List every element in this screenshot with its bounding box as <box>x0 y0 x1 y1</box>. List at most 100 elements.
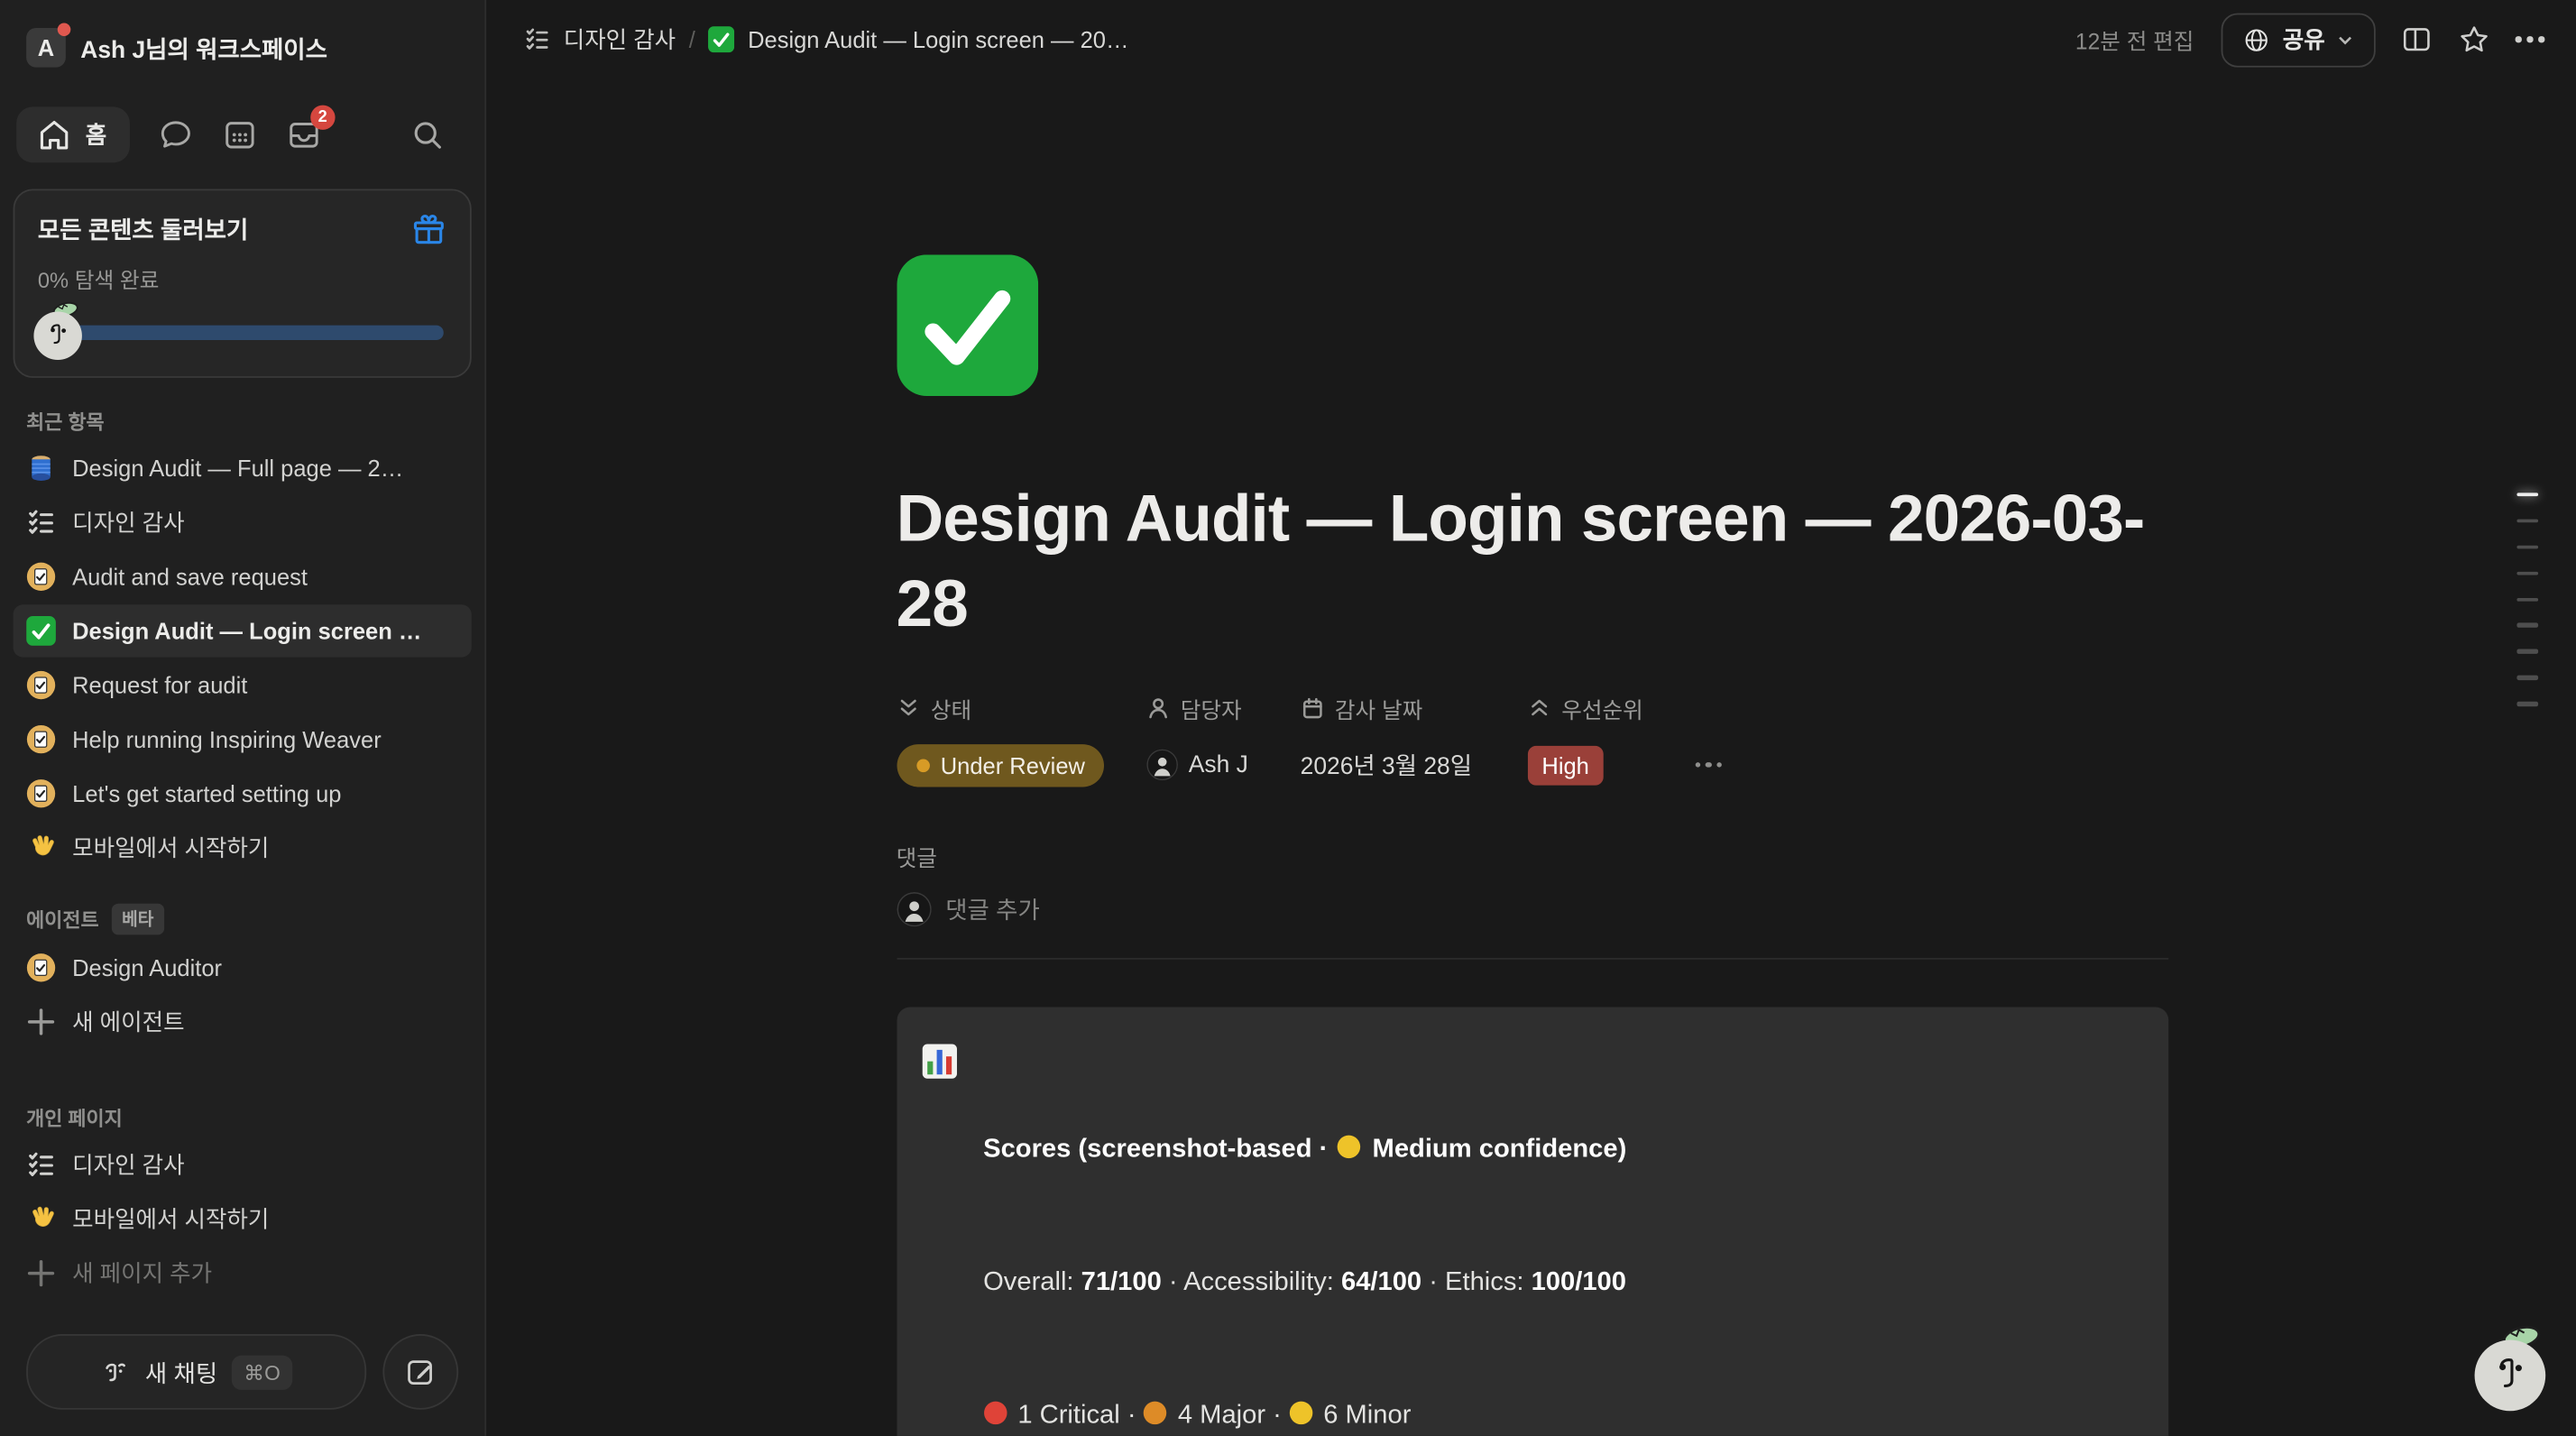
notification-dot <box>58 23 71 37</box>
property-priority-value[interactable]: High <box>1527 744 2167 787</box>
scores-values-line: Overall: 71/100 · Accessibility: 64/100 … <box>983 1260 1626 1304</box>
breadcrumb-current[interactable]: Design Audit — Login screen — 20… <box>748 26 1128 52</box>
agent-check-icon <box>26 778 56 808</box>
explore-progress-text: 0% 탐색 완료 <box>38 262 447 294</box>
new-agent-button[interactable]: 새 에이전트 <box>14 996 472 1048</box>
calendar-icon[interactable] <box>222 116 258 152</box>
divider <box>897 958 2168 960</box>
share-button[interactable]: 공유 <box>2222 13 2376 67</box>
property-assignee-value[interactable]: Ash J <box>1145 744 1300 787</box>
property-more-icon[interactable] <box>1696 763 1721 769</box>
property-priority-label[interactable]: 우선순위 <box>1527 691 2167 723</box>
more-options-icon[interactable] <box>2516 36 2544 42</box>
compose-button[interactable] <box>382 1334 458 1410</box>
yellow-dot-icon <box>1338 1136 1361 1159</box>
calendar-icon <box>1301 696 1324 720</box>
property-date-label[interactable]: 감사 날짜 <box>1301 691 1527 723</box>
green-check-icon <box>708 26 734 52</box>
side-panel-icon[interactable] <box>2401 23 2433 56</box>
explore-content-card[interactable]: 모든 콘텐츠 둘러보기 0% 탐색 완료 <box>14 189 472 377</box>
add-comment-row[interactable]: 댓글 추가 <box>897 892 2168 926</box>
property-status-value[interactable]: Under Review <box>897 744 1146 787</box>
checklist-icon <box>26 508 56 538</box>
property-date-value[interactable]: 2026년 3월 28일 <box>1301 744 1527 787</box>
new-chat-button[interactable]: 새 채팅 ⌘O <box>26 1334 366 1410</box>
breadcrumb-parent[interactable]: 디자인 감사 <box>564 23 676 56</box>
page-icon-green-check[interactable] <box>897 254 1038 396</box>
sidebar-item-start-on-mobile[interactable]: 모바일에서 시작하기 <box>14 822 472 874</box>
sidebar-item-label: Request for audit <box>72 672 247 698</box>
nav-home[interactable]: 홈 <box>16 106 129 162</box>
sidebar-item-request-for-audit[interactable]: Request for audit <box>14 658 472 711</box>
outline-mark[interactable] <box>2516 597 2538 601</box>
green-check-icon <box>26 616 56 646</box>
search-icon[interactable] <box>409 116 446 152</box>
app-window: A Ash J님의 워크스페이스 홈 2 모든 콘텐츠 둘러보기 0% <box>0 0 2576 1436</box>
new-chat-label: 새 채팅 <box>145 1355 217 1389</box>
globe-icon <box>2243 25 2271 53</box>
outline-mark[interactable] <box>2516 545 2538 548</box>
sidebar-item-personal-mobile[interactable]: 모바일에서 시작하기 <box>14 1192 472 1245</box>
sidebar-item-label: Audit and save request <box>72 564 308 590</box>
workspace-switcher[interactable]: A Ash J님의 워크스페이스 <box>0 0 484 78</box>
progress-track <box>60 326 444 340</box>
house-icon <box>36 116 72 152</box>
add-page-label: 새 페이지 추가 <box>72 1256 212 1289</box>
plus-icon <box>26 1258 56 1288</box>
sidebar-item-personal-design-audit[interactable]: 디자인 감사 <box>14 1138 472 1191</box>
notion-face-mascot <box>32 298 87 362</box>
favorite-star-icon[interactable] <box>2458 23 2490 56</box>
nav-home-label: 홈 <box>86 118 106 151</box>
new-chat-shortcut: ⌘O <box>233 1355 292 1389</box>
outline-mark[interactable] <box>2516 623 2538 627</box>
topbar: 디자인 감사 / Design Audit — Login screen — 2… <box>488 0 2576 78</box>
status-dot <box>915 759 929 772</box>
sidebar-item-design-audit-db[interactable]: 디자인 감사 <box>14 496 472 548</box>
outline-mark[interactable] <box>2516 676 2538 679</box>
chevron-down-icon <box>2336 31 2354 49</box>
scores-callout[interactable]: Scores (screenshot-based ·Medium confide… <box>897 1007 2168 1436</box>
sidebar-item-help-inspiring-weaver[interactable]: Help running Inspiring Weaver <box>14 713 472 766</box>
sidebar-item-label: 디자인 감사 <box>72 506 184 538</box>
properties-panel: 상태 담당자 감사 날짜 우선순위 Under Revi <box>897 691 2168 787</box>
explore-card-title: 모든 콘텐츠 둘러보기 <box>38 212 248 246</box>
person-icon <box>1145 696 1169 720</box>
section-personal: 개인 페이지 <box>26 1104 484 1132</box>
section-agents-label: 에이전트 <box>26 906 98 934</box>
sidebar-item-login-screen-audit[interactable]: Design Audit — Login screen … <box>14 604 472 657</box>
property-assignee-label[interactable]: 담당자 <box>1145 691 1300 723</box>
sidebar-item-get-started[interactable]: Let's get started setting up <box>14 768 472 820</box>
agent-check-icon <box>26 562 56 592</box>
outline-mark[interactable] <box>2516 571 2538 575</box>
sidebar-item-label: 디자인 감사 <box>72 1148 184 1181</box>
sidebar: A Ash J님의 워크스페이스 홈 2 모든 콘텐츠 둘러보기 0% <box>0 0 486 1436</box>
compose-icon <box>404 1356 437 1388</box>
outline-mark[interactable] <box>2516 702 2538 705</box>
workspace-avatar: A <box>26 28 66 68</box>
page-title[interactable]: Design Audit — Login screen — 2026-03-28 <box>897 476 2168 647</box>
sidebar-item-full-page-audit[interactable]: Design Audit — Full page — 2… <box>14 442 472 494</box>
sidebar-item-label: Design Audit — Full page — 2… <box>72 456 403 482</box>
sidebar-item-label: 모바일에서 시작하기 <box>72 1202 269 1235</box>
section-agents: 에이전트 베타 <box>26 904 484 935</box>
outline-mark[interactable] <box>2516 519 2538 522</box>
property-status-label[interactable]: 상태 <box>897 691 1146 723</box>
nav-inbox[interactable]: 2 <box>286 116 322 152</box>
sidebar-item-design-auditor[interactable]: Design Auditor <box>14 942 472 994</box>
chat-bubble-icon[interactable] <box>158 116 194 152</box>
workspace-initial: A <box>38 34 54 60</box>
add-page-button[interactable]: 새 페이지 추가 <box>14 1247 472 1299</box>
sidebar-item-label: Help running Inspiring Weaver <box>72 726 382 752</box>
sidebar-item-audit-save-request[interactable]: Audit and save request <box>14 550 472 603</box>
waving-hand-icon <box>26 833 56 862</box>
outline-mark[interactable] <box>2516 649 2538 653</box>
gift-icon <box>410 212 446 248</box>
chevrons-up-icon <box>1527 696 1550 720</box>
workspace-name: Ash J님의 워크스페이스 <box>80 31 327 65</box>
ai-mascot-button[interactable] <box>2470 1320 2553 1413</box>
outline-indicator[interactable] <box>2516 492 2538 705</box>
new-agent-label: 새 에이전트 <box>72 1006 184 1038</box>
sidebar-item-label: 모바일에서 시작하기 <box>72 832 269 864</box>
breadcrumb-separator: / <box>689 26 695 52</box>
outline-mark[interactable] <box>2516 492 2538 496</box>
